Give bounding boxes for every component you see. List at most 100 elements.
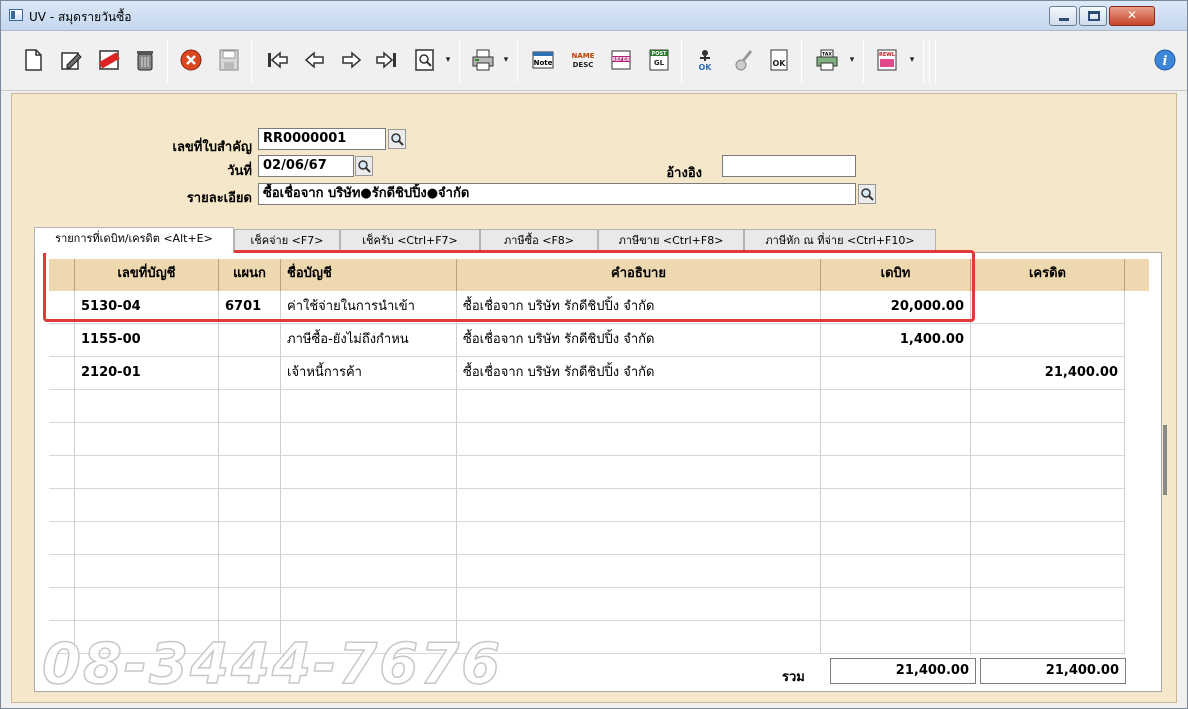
tab-withholding-tax[interactable]: ภาษีหัก ณ ที่จ่าย <Ctrl+F10>: [744, 229, 936, 253]
account-cell[interactable]: [75, 423, 219, 456]
dept-cell[interactable]: [219, 522, 281, 555]
doc-no-lookup-button[interactable]: [388, 129, 406, 149]
reference-field[interactable]: [722, 155, 856, 177]
find-document-button[interactable]: [411, 46, 439, 74]
account-name-cell[interactable]: [281, 555, 457, 588]
report-button[interactable]: REWL: [873, 46, 901, 74]
print-tax-button[interactable]: TAX: [813, 46, 841, 74]
dept-cell[interactable]: [219, 390, 281, 423]
debit-cell[interactable]: 20,000.00: [821, 291, 971, 324]
description-cell[interactable]: [457, 588, 821, 621]
credit-cell[interactable]: [971, 390, 1125, 423]
first-record-button[interactable]: [263, 46, 291, 74]
credit-cell[interactable]: [971, 555, 1125, 588]
debit-cell[interactable]: [821, 621, 971, 654]
description-cell[interactable]: [457, 456, 821, 489]
empty-row[interactable]: [49, 555, 1149, 588]
row-selector[interactable]: [49, 555, 75, 588]
account-name-cell[interactable]: [281, 522, 457, 555]
dept-cell[interactable]: [219, 588, 281, 621]
print-dropdown-icon[interactable]: ▾: [501, 55, 511, 65]
credit-cell[interactable]: [971, 588, 1125, 621]
description-cell[interactable]: [457, 555, 821, 588]
empty-row[interactable]: [49, 489, 1149, 522]
col-desc-header[interactable]: คำอธิบาย: [457, 259, 821, 291]
description-cell[interactable]: [457, 489, 821, 522]
row-selector[interactable]: [49, 456, 75, 489]
dept-cell[interactable]: [219, 324, 281, 357]
row-selector[interactable]: [49, 588, 75, 621]
credit-cell[interactable]: [971, 423, 1125, 456]
debit-cell[interactable]: [821, 456, 971, 489]
credit-cell[interactable]: [971, 522, 1125, 555]
date-field[interactable]: 02/06/67: [258, 155, 354, 177]
account-name-cell[interactable]: [281, 489, 457, 522]
debit-cell[interactable]: [821, 588, 971, 621]
info-button[interactable]: i: [1151, 46, 1179, 74]
account-name-cell[interactable]: [281, 456, 457, 489]
row-selector[interactable]: [49, 489, 75, 522]
dept-cell[interactable]: [219, 456, 281, 489]
col-dept-header[interactable]: แผนก: [219, 259, 281, 291]
delete-button[interactable]: [131, 46, 159, 74]
edit-button[interactable]: [57, 46, 85, 74]
tab-cheque-pay[interactable]: เช็คจ่าย <F7>: [234, 229, 340, 253]
debit-cell[interactable]: [821, 555, 971, 588]
credit-cell[interactable]: [971, 456, 1125, 489]
debit-cell[interactable]: [821, 423, 971, 456]
account-cell[interactable]: 1155-00: [75, 324, 219, 357]
row-selector[interactable]: [49, 324, 75, 357]
description-cell[interactable]: [457, 423, 821, 456]
credit-cell[interactable]: [971, 291, 1125, 324]
row-selector[interactable]: [49, 423, 75, 456]
close-button[interactable]: ✕: [1109, 6, 1155, 26]
credit-cell[interactable]: [971, 621, 1125, 654]
description-cell[interactable]: [457, 522, 821, 555]
table-row[interactable]: 5130-04 6701 ค่าใช้จ่ายในการนำเข้า ซื้อเชื่…: [49, 291, 1149, 324]
account-cell[interactable]: 5130-04: [75, 291, 219, 324]
debit-cell[interactable]: [821, 522, 971, 555]
credit-cell[interactable]: 21,400.00: [971, 357, 1125, 390]
account-name-cell[interactable]: [281, 423, 457, 456]
dept-cell[interactable]: [219, 555, 281, 588]
empty-row[interactable]: [49, 390, 1149, 423]
account-name-cell[interactable]: ค่าใช้จ่ายในการนำเข้า: [281, 291, 457, 324]
new-button[interactable]: [19, 46, 47, 74]
description-cell[interactable]: ซื้อเชื่อจาก บริษัท รักดีชิปปิ้ง จำกัด: [457, 357, 821, 390]
next-record-button[interactable]: [337, 46, 365, 74]
table-row[interactable]: 2120-01 เจ้าหนี้การค้า ซื้อเชื่อจาก บริษัท…: [49, 357, 1149, 390]
description-cell[interactable]: [457, 390, 821, 423]
scroll-thumb[interactable]: [1163, 425, 1167, 495]
last-record-button[interactable]: [373, 46, 401, 74]
tab-debit-credit[interactable]: รายการที่เดบิท/เครดิต <Alt+E>: [34, 227, 234, 253]
maximize-button[interactable]: [1079, 6, 1107, 26]
report-dropdown-icon[interactable]: ▾: [907, 55, 917, 65]
credit-cell[interactable]: [971, 489, 1125, 522]
minimize-button[interactable]: [1049, 6, 1077, 26]
description-cell[interactable]: [457, 621, 821, 654]
row-selector[interactable]: [49, 291, 75, 324]
dept-cell[interactable]: [219, 357, 281, 390]
debit-cell[interactable]: [821, 390, 971, 423]
account-cell[interactable]: [75, 522, 219, 555]
post-gl-button[interactable]: POST GL: [645, 46, 673, 74]
account-cell[interactable]: [75, 456, 219, 489]
debit-cell[interactable]: [821, 357, 971, 390]
account-cell[interactable]: [75, 489, 219, 522]
description-cell[interactable]: ซื้อเชื่อจาก บริษัท รักดีชิปปิ้ง จำกัด: [457, 324, 821, 357]
account-name-cell[interactable]: ภาษีซื้อ-ยังไม่ถึงกำหน: [281, 324, 457, 357]
save-button[interactable]: [215, 46, 243, 74]
tab-cheque-receive[interactable]: เช็ครับ <Ctrl+F7>: [340, 229, 480, 253]
account-name-cell[interactable]: [281, 390, 457, 423]
dept-cell[interactable]: 6701: [219, 291, 281, 324]
account-cell[interactable]: 2120-01: [75, 357, 219, 390]
name-desc-button[interactable]: NAME DESC: [569, 46, 597, 74]
tab-purchase-tax[interactable]: ภาษีซื้อ <F8>: [480, 229, 598, 253]
tab-sales-tax[interactable]: ภาษีขาย <Ctrl+F8>: [598, 229, 744, 253]
print-tax-dropdown-icon[interactable]: ▾: [847, 55, 857, 65]
debit-cell[interactable]: [821, 489, 971, 522]
table-row[interactable]: 1155-00 ภาษีซื้อ-ยังไม่ถึงกำหน ซื้อเชื่อจา…: [49, 324, 1149, 357]
previous-record-button[interactable]: [301, 46, 329, 74]
account-cell[interactable]: [75, 390, 219, 423]
debit-cell[interactable]: 1,400.00: [821, 324, 971, 357]
